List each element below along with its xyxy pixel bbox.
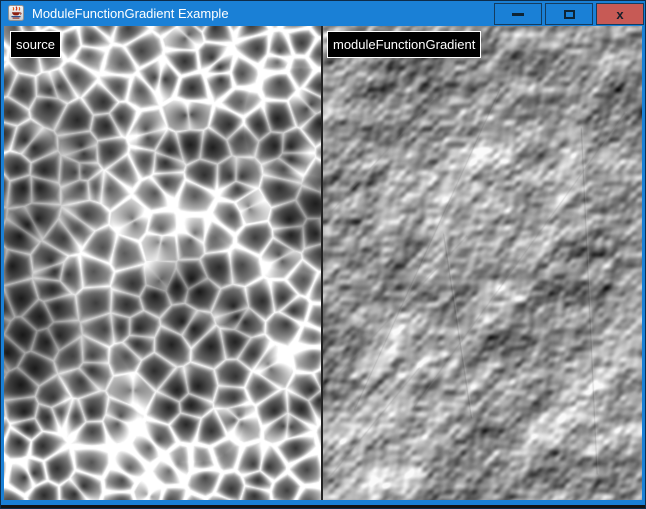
close-icon: x: [616, 8, 623, 21]
gradient-panel: moduleFunctionGradient: [323, 26, 642, 500]
close-button[interactable]: x: [596, 3, 644, 25]
maximize-button[interactable]: [545, 3, 593, 25]
gradient-label: moduleFunctionGradient: [327, 31, 481, 58]
window-controls: x: [494, 3, 644, 25]
maximize-icon: [564, 10, 575, 19]
minimize-icon: [512, 13, 524, 16]
gradient-image: [323, 26, 642, 500]
titlebar[interactable]: ModuleFunctionGradient Example x: [1, 1, 645, 26]
source-panel: source: [4, 26, 321, 500]
minimize-button[interactable]: [494, 3, 542, 25]
java-coffee-cup-icon: [8, 5, 24, 21]
window-title: ModuleFunctionGradient Example: [32, 1, 229, 26]
source-image: [4, 26, 321, 500]
app-window: ModuleFunctionGradient Example x source …: [0, 0, 646, 509]
source-label: source: [10, 31, 61, 58]
window-bottom-edge: [1, 505, 645, 508]
content-area: source moduleFunctionGradient: [4, 26, 642, 500]
